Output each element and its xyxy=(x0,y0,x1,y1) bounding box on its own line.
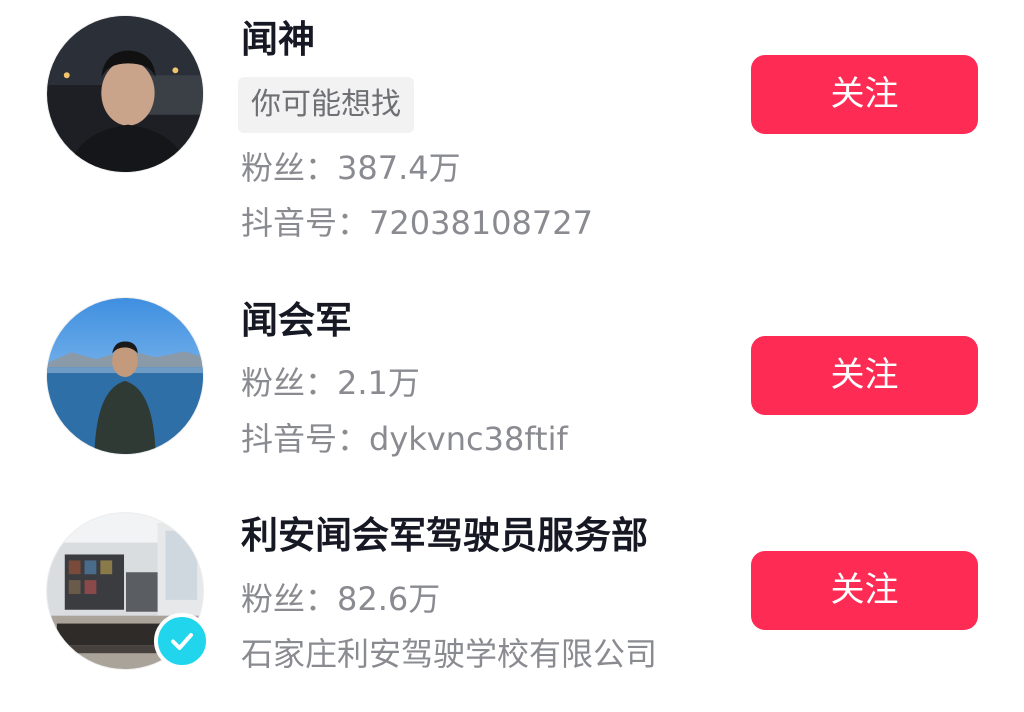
user-result-item[interactable]: 利安闻会军驾驶员服务部 粉丝：82.6万 石家庄利安驾驶学校有限公司 关注 xyxy=(0,500,1024,712)
fans-count: 粉丝：2.1万 xyxy=(241,364,420,402)
fans-count: 粉丝：82.6万 xyxy=(241,580,441,618)
user-name[interactable]: 利安闻会军驾驶员服务部 xyxy=(241,513,648,559)
avatar-image xyxy=(47,298,203,454)
checkmark-icon xyxy=(171,633,193,650)
suggestion-tag: 你可能想找 xyxy=(238,77,414,133)
company-name: 石家庄利安驾驶学校有限公司 xyxy=(241,635,658,673)
follow-button[interactable]: 关注 xyxy=(751,55,978,134)
user-name[interactable]: 闻神 xyxy=(241,17,315,63)
follow-button[interactable]: 关注 xyxy=(751,336,978,415)
user-result-item[interactable]: 闻神 你可能想找 粉丝：387.4万 抖音号：72038108727 关注 xyxy=(0,0,1024,260)
avatar-image xyxy=(47,16,203,172)
verified-badge xyxy=(154,613,210,669)
douyin-id: 抖音号：72038108727 xyxy=(241,204,593,242)
user-result-item[interactable]: 闻会军 粉丝：2.1万 抖音号：dykvnc38ftif 关注 xyxy=(0,280,1024,480)
avatar[interactable] xyxy=(46,15,204,173)
avatar[interactable] xyxy=(46,297,204,455)
fans-count: 粉丝：387.4万 xyxy=(241,149,461,187)
user-name[interactable]: 闻会军 xyxy=(241,298,352,344)
follow-button[interactable]: 关注 xyxy=(751,551,978,630)
douyin-id: 抖音号：dykvnc38ftif xyxy=(241,420,568,458)
